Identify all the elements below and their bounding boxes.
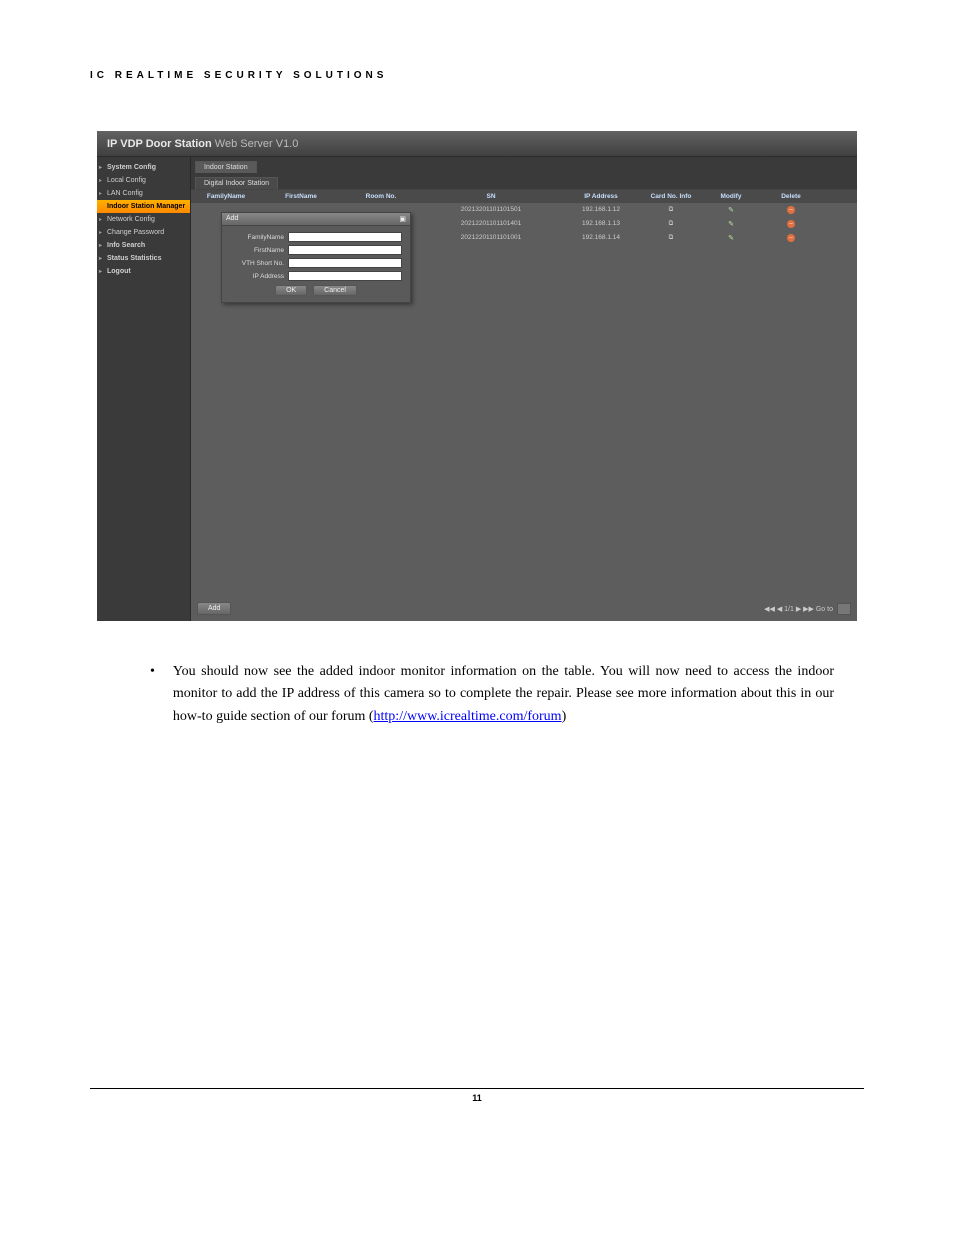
cell: 192.168.1.13 xyxy=(561,217,641,231)
pager-text: ◀◀ ◀ 1/1 ▶ ▶▶ Go to xyxy=(764,605,833,613)
form-row: VTH Short No. xyxy=(230,258,402,268)
sidebar-item-1[interactable]: Local Config xyxy=(97,174,190,187)
cell[interactable]: ⧉ xyxy=(641,231,701,245)
page-number: 11 xyxy=(90,1088,864,1103)
column-header: SN xyxy=(421,190,561,203)
cell: 20213201101101501 xyxy=(421,203,561,217)
embedded-screenshot: IP VDP Door Station Web Server V1.0 Syst… xyxy=(97,131,857,621)
cell[interactable]: – xyxy=(761,203,821,217)
cell[interactable]: – xyxy=(761,217,821,231)
table-header-row: FamilyNameFirstNameRoom No.SNIP AddressC… xyxy=(191,190,857,203)
tab-digital-indoor-station[interactable]: Digital Indoor Station xyxy=(195,177,278,189)
column-header: Room No. xyxy=(341,190,421,203)
sidebar-item-8[interactable]: Logout xyxy=(97,265,190,278)
text-input[interactable] xyxy=(288,232,402,242)
column-header: FamilyName xyxy=(191,190,261,203)
column-header: Delete xyxy=(761,190,821,203)
ok-button[interactable]: OK xyxy=(275,285,307,296)
add-dialog: Add ▣ FamilyName FirstName VTH Short No. IP… xyxy=(221,212,411,303)
form-row: FamilyName xyxy=(230,232,402,242)
sidebar: System ConfigLocal ConfigLAN ConfigIndoo… xyxy=(97,157,191,621)
content-area: FamilyNameFirstNameRoom No.SNIP AddressC… xyxy=(191,189,857,621)
pager[interactable]: ◀◀ ◀ 1/1 ▶ ▶▶ Go to xyxy=(764,603,851,615)
app-title-strong: IP VDP Door Station xyxy=(107,138,212,150)
cell[interactable]: ⧉ xyxy=(641,203,701,217)
form-row: IP Address xyxy=(230,271,402,281)
cancel-button[interactable]: Cancel xyxy=(313,285,357,296)
sidebar-item-7[interactable]: Status Statistics xyxy=(97,252,190,265)
bullet-content: You should now see the added indoor moni… xyxy=(173,661,834,728)
sidebar-item-3[interactable]: Indoor Station Manager xyxy=(97,200,190,213)
app-title-bar: IP VDP Door Station Web Server V1.0 xyxy=(97,131,857,157)
cell[interactable]: ✎ xyxy=(701,231,761,245)
column-header: Card No. Info xyxy=(641,190,701,203)
tab-indoor-station[interactable]: Indoor Station xyxy=(195,161,257,173)
column-header: Modify xyxy=(701,190,761,203)
cell[interactable]: ✎ xyxy=(701,217,761,231)
document-header: IC REALTIME SECURITY SOLUTIONS xyxy=(90,70,864,81)
field-label: FirstName xyxy=(230,247,288,254)
cell: 192.168.1.14 xyxy=(561,231,641,245)
dialog-title: Add xyxy=(226,215,238,223)
bullet-icon: • xyxy=(150,661,155,728)
column-header: IP Address xyxy=(561,190,641,203)
cell: 192.168.1.12 xyxy=(561,203,641,217)
cell[interactable]: ⧉ xyxy=(641,217,701,231)
text-input[interactable] xyxy=(288,245,402,255)
app-title-thin: Web Server V1.0 xyxy=(215,138,299,150)
main-panel: Indoor Station Digital Indoor Station Fa… xyxy=(191,157,857,621)
field-label: FamilyName xyxy=(230,234,288,241)
cell[interactable]: – xyxy=(761,231,821,245)
text-input[interactable] xyxy=(288,258,402,268)
sidebar-item-0[interactable]: System Config xyxy=(97,161,190,174)
bullet-after: ) xyxy=(562,709,567,724)
cell: 20212201101101401 xyxy=(421,217,561,231)
sidebar-item-2[interactable]: LAN Config xyxy=(97,187,190,200)
form-row: FirstName xyxy=(230,245,402,255)
cell[interactable]: ✎ xyxy=(701,203,761,217)
field-label: VTH Short No. xyxy=(230,260,288,267)
sidebar-item-5[interactable]: Change Password xyxy=(97,226,190,239)
forum-link[interactable]: http://www.icrealtime.com/forum xyxy=(374,709,562,724)
close-icon[interactable]: ▣ xyxy=(399,215,406,223)
cell: 20212201101101001 xyxy=(421,231,561,245)
sidebar-item-4[interactable]: Network Config xyxy=(97,213,190,226)
instruction-text: • You should now see the added indoor mo… xyxy=(90,661,864,728)
field-label: IP Address xyxy=(230,273,288,280)
add-button[interactable]: Add xyxy=(197,602,231,615)
sidebar-item-6[interactable]: Info Search xyxy=(97,239,190,252)
column-header: FirstName xyxy=(261,190,341,203)
pager-input[interactable] xyxy=(837,603,851,615)
text-input[interactable] xyxy=(288,271,402,281)
